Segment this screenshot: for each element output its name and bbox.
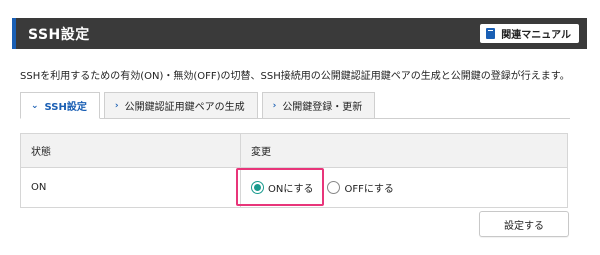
chevron-down-icon: ⌄ (31, 100, 39, 111)
on-off-radio-group: ONにする OFFにする (251, 180, 557, 195)
related-manual-button[interactable]: 関連マニュアル (480, 24, 579, 43)
change-header: 変更 (240, 133, 568, 168)
radio-on-circle[interactable] (251, 181, 264, 194)
tab-public-key-registration[interactable]: › 公開鍵登録・更新 (261, 92, 376, 119)
status-value: ON (20, 167, 241, 208)
radio-off[interactable]: OFFにする (327, 180, 394, 195)
status-header: 状態 (20, 133, 241, 168)
radio-off-circle[interactable] (327, 181, 341, 194)
table-header-row: 状態 変更 (20, 133, 568, 168)
tab-label: SSH設定 (44, 102, 87, 113)
related-manual-label: 関連マニュアル (501, 30, 571, 41)
radio-on[interactable]: ONにする (251, 180, 313, 195)
tab-label: 公開鍵登録・更新 (282, 102, 363, 113)
page-title: SSH設定 (28, 26, 90, 43)
section-header: SSH設定 関連マニュアル (12, 18, 587, 49)
tab-label: 公開鍵認証用鍵ペアの生成 (124, 102, 245, 113)
radio-on-label: ONにする (268, 184, 314, 195)
submit-button[interactable]: 設定する (479, 211, 569, 237)
chevron-right-icon: › (272, 100, 277, 111)
book-icon (486, 28, 496, 39)
description-text: SSHを利用するための有効(ON)・無効(OFF)の切替、SSH接続用の公開鍵認… (20, 71, 570, 82)
tab-keypair-generation[interactable]: › 公開鍵認証用鍵ペアの生成 (103, 92, 258, 119)
radio-off-label: OFFにする (344, 184, 394, 195)
change-cell: ONにする OFFにする (240, 167, 568, 208)
tab-bar: ⌄ SSH設定 › 公開鍵認証用鍵ペアの生成 › 公開鍵登録・更新 (20, 92, 570, 119)
settings-table: 状態 変更 ON ONにする OFFにする (20, 133, 568, 208)
table-row: ON ONにする OFFにする (20, 167, 568, 208)
chevron-right-icon: › (114, 100, 119, 111)
tab-ssh-settings[interactable]: ⌄ SSH設定 (20, 92, 100, 119)
